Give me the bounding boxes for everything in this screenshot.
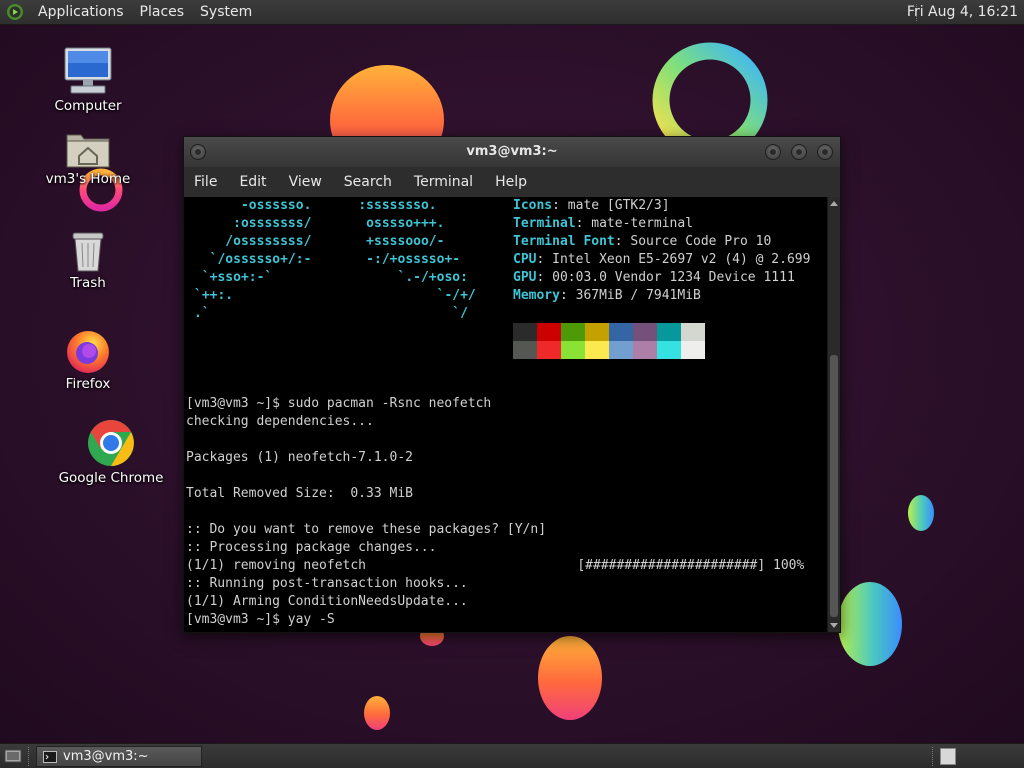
info-value: : Source Code Pro 10 — [614, 234, 772, 249]
scroll-down-icon[interactable] — [830, 623, 838, 628]
show-desktop-icon[interactable] — [4, 748, 22, 764]
terminal-line: Total Removed Size: 0.33 MiB — [186, 486, 413, 501]
workspace-switcher[interactable] — [940, 748, 956, 765]
maximize-button[interactable] — [791, 144, 807, 160]
palette-swatch — [681, 323, 705, 341]
desktop-icon-trash[interactable]: Trash — [33, 229, 143, 291]
taskbar-button-label: vm3@vm3:~ — [63, 749, 149, 764]
terminal-line: :: Do you want to remove these packages?… — [186, 522, 547, 537]
info-value: : 00:03.0 Vendor 1234 Device 1111 — [536, 270, 795, 285]
ascii-art-line: :osssssss/ osssso+++. — [194, 216, 445, 231]
info-value: : Intel Xeon E5-2697 v2 (4) @ 2.699 — [536, 252, 811, 267]
desktop-icon-computer[interactable]: Computer — [33, 46, 143, 114]
desktop-icon-label: Computer — [54, 98, 122, 114]
scrollbar-thumb[interactable] — [830, 355, 838, 617]
desktop-icon-label: Trash — [70, 275, 106, 291]
info-key: CPU — [513, 252, 537, 267]
ascii-art-line: `+sso+:-` `.-/+oso: — [194, 270, 468, 285]
terminal-line: (1/1) Arming ConditionNeedsUpdate... — [186, 594, 468, 609]
terminal-icon — [43, 750, 57, 763]
menu-applications[interactable]: Applications — [30, 0, 132, 25]
info-key: GPU — [513, 270, 537, 285]
info-line-terminal-font: Terminal Font: Source Code Pro 10 — [513, 233, 771, 251]
firefox-icon — [67, 331, 109, 373]
info-line-gpu: GPU: 00:03.0 Vendor 1234 Device 1111 — [513, 269, 795, 287]
palette-swatch — [609, 341, 633, 359]
close-button[interactable] — [817, 144, 833, 160]
desktop-icon-chrome[interactable]: Google Chrome — [56, 418, 166, 486]
ascii-art-line: /ossssssss/ +ssssooo/- — [194, 234, 445, 249]
info-value: : mate-terminal — [575, 216, 694, 231]
home-folder-icon — [66, 134, 110, 168]
palette-swatch — [657, 323, 681, 341]
clock[interactable]: Fri Aug 4, 16:21 — [907, 0, 1018, 25]
top-panel: Applications Places System Fri Aug 4, 16… — [0, 0, 1024, 25]
palette-swatch — [681, 341, 705, 359]
bottom-panel: vm3@vm3:~ — [0, 743, 1024, 768]
info-key: Icons — [513, 198, 553, 213]
palette-swatch — [561, 341, 585, 359]
palette-swatch — [561, 323, 585, 341]
taskbar-button-terminal[interactable]: vm3@vm3:~ — [36, 746, 202, 767]
menu-help[interactable]: Help — [487, 174, 535, 190]
menu-system[interactable]: System — [192, 0, 260, 25]
menu-view[interactable]: View — [281, 174, 330, 190]
mate-logo-icon[interactable] — [6, 3, 24, 21]
menu-places[interactable]: Places — [132, 0, 193, 25]
desktop-icon-label: Google Chrome — [58, 470, 164, 486]
palette-swatch — [513, 323, 537, 341]
info-key: Terminal — [513, 216, 576, 231]
palette-swatch — [633, 341, 657, 359]
terminal-line: :: Processing package changes... — [186, 540, 437, 555]
scroll-up-icon[interactable] — [830, 201, 838, 206]
info-line-icons: Icons: mate [GTK2/3] — [513, 197, 670, 215]
info-line-memory: Memory: 367MiB / 7941MiB — [513, 287, 701, 305]
terminal-line: [vm3@vm3 ~]$ sudo pacman -Rsnc neofetch — [186, 396, 492, 411]
palette-swatch — [513, 341, 537, 359]
info-key: Terminal Font — [513, 234, 615, 249]
ascii-art-line: `/ossssso+/:- -:/+osssso+- — [194, 252, 461, 267]
desktop-icon-label: Firefox — [65, 376, 111, 392]
menu-search[interactable]: Search — [336, 174, 400, 190]
desktop-icon-firefox[interactable]: Firefox — [33, 326, 143, 392]
terminal-scrollbar[interactable] — [827, 197, 840, 632]
panel-separator — [932, 747, 934, 766]
info-line-cpu: CPU: Intel Xeon E5-2697 v2 (4) @ 2.699 — [513, 251, 810, 269]
palette-swatch — [585, 323, 609, 341]
trash-icon — [72, 232, 104, 272]
palette-swatch — [609, 323, 633, 341]
info-key: Memory — [513, 288, 560, 303]
palette-swatch — [537, 323, 561, 341]
window-title: vm3@vm3:~ — [466, 144, 558, 159]
terminal-output[interactable]: -ossssso. :ssssssso. :osssssss/ osssso++… — [184, 197, 827, 632]
menu-terminal[interactable]: Terminal — [406, 174, 481, 190]
ascii-art-line: .` `/ — [194, 306, 468, 321]
terminal-line: (1/1) removing neofetch [###############… — [186, 558, 805, 573]
info-value: : mate [GTK2/3] — [552, 198, 670, 213]
terminal-window[interactable]: vm3@vm3:~ File Edit View Search Terminal… — [183, 136, 841, 633]
info-line-terminal: Terminal: mate-terminal — [513, 215, 693, 233]
palette-swatch — [537, 341, 561, 359]
terminal-prompt-line: [vm3@vm3 ~]$ yay -S — [186, 612, 335, 627]
terminal-line: :: Running post-transaction hooks... — [186, 576, 468, 591]
desktop-icon-label: vm3's Home — [45, 171, 131, 187]
panel-separator — [28, 747, 30, 766]
terminal-menubar: File Edit View Search Terminal Help — [184, 167, 840, 197]
desktop-icon-home[interactable]: vm3's Home — [33, 129, 143, 187]
window-titlebar[interactable]: vm3@vm3:~ — [184, 137, 840, 167]
chrome-icon — [88, 420, 134, 466]
computer-icon — [64, 47, 112, 94]
palette-swatch — [633, 323, 657, 341]
terminal-line: Packages (1) neofetch-7.1.0-2 — [186, 450, 413, 465]
info-value: : 367MiB / 7941MiB — [559, 288, 701, 303]
minimize-button[interactable] — [765, 144, 781, 160]
palette-swatch — [657, 341, 681, 359]
ascii-art-line: `++:. `-/+/ — [194, 288, 476, 303]
menu-file[interactable]: File — [186, 174, 225, 190]
terminal-line: checking dependencies... — [186, 414, 374, 429]
menu-edit[interactable]: Edit — [231, 174, 274, 190]
palette-swatch — [585, 341, 609, 359]
ascii-art-line: -ossssso. :ssssssso. — [194, 198, 437, 213]
